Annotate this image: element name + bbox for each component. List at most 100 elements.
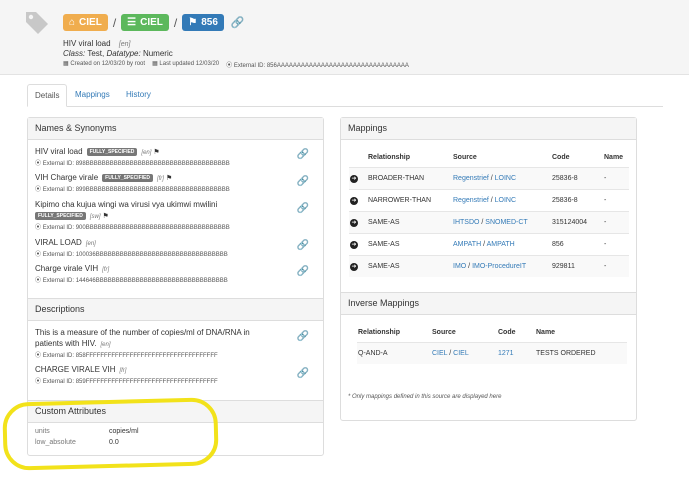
column-header: Source (432, 328, 456, 336)
source-link[interactable]: LOINC (495, 197, 516, 204)
name-item: VIH Charge virale FULLY_SPECIFIED [fr] ⚑ ⦿ … (35, 173, 230, 193)
external-link-icon: ⦿ (35, 278, 42, 284)
link-icon[interactable]: 🔗 (297, 240, 309, 251)
datatype-label: Datatype: (106, 49, 141, 58)
mapping-name: TESTS ORDERED (535, 342, 627, 364)
concept-badge-label: 856 (201, 17, 218, 28)
name-locale: [fr] (156, 176, 164, 182)
tab-history[interactable]: History (119, 84, 158, 106)
name-locale: [en] (85, 241, 96, 247)
home-icon: ⌂ (69, 17, 76, 28)
tab-details[interactable]: Details (27, 84, 68, 107)
source-link[interactable]: LOINC (495, 175, 516, 182)
source-badge-label: CIEL (140, 17, 163, 28)
calendar-icon: ▦ (152, 61, 158, 67)
link-icon[interactable]: 🔗 (297, 203, 309, 214)
class-value: Test, (87, 49, 105, 58)
mapping-code: 856 (551, 233, 603, 256)
external-link-icon: ⦿ (226, 63, 233, 69)
concept-locale: [en] (118, 41, 131, 48)
description-text: CHARGE VIRALE VIH (35, 365, 116, 374)
arrow-right-icon[interactable]: ➜ (350, 262, 358, 271)
description-item: This is a measure of the number of copie… (35, 328, 250, 359)
source-org-link[interactable]: IMO (453, 263, 466, 270)
mapping-name: - (603, 233, 629, 256)
source-link[interactable]: AMPATH (487, 241, 515, 248)
concept-badge[interactable]: ⚑ 856 (182, 14, 224, 31)
mapping-relationship: BROADER-THAN (367, 167, 452, 190)
name-text: VIH Charge virale (35, 173, 99, 182)
link-icon[interactable]: 🔗 (297, 176, 309, 187)
updated-info: ▦ Last updated 12/03/20 (152, 60, 219, 69)
external-id-info: ⦿ External ID: 856AAAAAAAAAAAAAAAAAAAAAA… (226, 60, 409, 69)
source-org-link[interactable]: Regenstrief (453, 175, 489, 182)
tab-bar: Details Mappings History (27, 84, 663, 107)
tag-icon (26, 12, 48, 34)
concept-meta: ▦ Created on 12/03/20 by root ▦ Last upd… (63, 60, 409, 69)
source-link[interactable]: IMO-ProcedureIT (472, 263, 526, 270)
link-icon[interactable]: 🔗 (231, 16, 245, 29)
name-type-badge: FULLY_SPECIFIED (102, 174, 153, 182)
breadcrumb: ⌂ CIEL / ☰ CIEL / ⚑ 856 🔗 (63, 14, 245, 31)
name-external-id: External ID: 900BBBBBBBBBBBBBBBBBBBBBBBB… (42, 225, 230, 231)
description-locale: [fr] (119, 368, 127, 374)
name-text: Kipimo cha kujua wingi wa virusi vya uki… (35, 200, 218, 209)
inverse-mappings-title: Inverse Mappings (341, 292, 636, 315)
source-link[interactable]: SNOMED-CT (485, 219, 527, 226)
tab-mappings[interactable]: Mappings (68, 84, 117, 106)
source-badge[interactable]: ☰ CIEL (121, 14, 169, 31)
name-text: Charge virale VIH (35, 264, 99, 273)
link-icon[interactable]: 🔗 (297, 266, 309, 277)
arrow-right-icon[interactable]: ➜ (350, 240, 358, 249)
mappings-panel: Mappings Relationship Source Code Name ➜… (340, 117, 637, 421)
name-external-id: External ID: 899BBBBBBBBBBBBBBBBBBBBBBBB… (42, 187, 230, 193)
external-link-icon: ⦿ (35, 187, 42, 193)
description-item: CHARGE VIRALE VIH [fr] ⦿ External ID: 859… (35, 365, 218, 385)
source-org-link[interactable]: IHTSDO (453, 219, 479, 226)
column-header: Relationship (358, 328, 401, 336)
mappings-footnote: * Only mappings defined in this source a… (348, 394, 502, 400)
external-link-icon: ⦿ (35, 161, 42, 167)
created-info: ▦ Created on 12/03/20 by root (63, 60, 145, 69)
source-org-link[interactable]: Regenstrief (453, 197, 489, 204)
name-type-badge: FULLY_SPECIFIED (35, 212, 86, 220)
source-link[interactable]: CIEL (453, 350, 469, 357)
mapping-code-link[interactable]: 1271 (498, 350, 514, 357)
mapping-row: ➜ SAME-AS AMPATH / AMPATH 856 - (349, 233, 629, 256)
description-external-id: External ID: 859FFFFFFFFFFFFFFFFFFFFFFFF… (42, 379, 218, 385)
link-icon[interactable]: 🔗 (297, 149, 309, 160)
source-org-link[interactable]: CIEL (432, 350, 447, 357)
mapping-name: - (603, 189, 629, 212)
column-header: Name (604, 153, 624, 161)
mappings-panel-title: Mappings (341, 118, 636, 140)
link-icon[interactable]: 🔗 (297, 331, 309, 342)
org-badge[interactable]: ⌂ CIEL (63, 14, 108, 31)
separator: / (112, 15, 117, 30)
name-external-id: External ID: 898BBBBBBBBBBBBBBBBBBBBBBBB… (42, 161, 230, 167)
highlight-annotation (2, 397, 219, 471)
mapping-code: 315124004 (551, 211, 603, 234)
arrow-right-icon[interactable]: ➜ (350, 196, 358, 205)
flag-icon: ⚑ (153, 149, 160, 156)
column-header: Source (453, 153, 477, 161)
mapping-code: 25836-8 (551, 167, 603, 190)
org-badge-label: CIEL (79, 17, 102, 28)
arrow-right-icon[interactable]: ➜ (350, 174, 358, 183)
name-item: Charge virale VIH [fr] ⦿ External ID: 144… (35, 264, 228, 284)
concept-header: ⌂ CIEL / ☰ CIEL / ⚑ 856 🔗 HIV viral load… (0, 0, 689, 75)
inverse-mappings-table: Relationship Source Code Name Q-AND-A CI… (357, 322, 627, 364)
mapping-name: - (603, 167, 629, 190)
mapping-name: - (603, 211, 629, 234)
external-link-icon: ⦿ (35, 379, 42, 385)
mapping-relationship: SAME-AS (367, 255, 452, 277)
source-org-link[interactable]: AMPATH (453, 241, 481, 248)
flag-icon: ⚑ (102, 213, 109, 220)
mapping-name: - (603, 255, 629, 277)
arrow-right-icon[interactable]: ➜ (350, 218, 358, 227)
description-text: This is a measure of the number of copie… (35, 328, 250, 337)
list-icon: ☰ (127, 17, 137, 28)
link-icon[interactable]: 🔗 (297, 368, 309, 379)
flag-icon: ⚑ (165, 175, 173, 182)
name-type-badge: FULLY_SPECIFIED (86, 148, 138, 156)
description-text: patients with HIV. (35, 339, 97, 348)
